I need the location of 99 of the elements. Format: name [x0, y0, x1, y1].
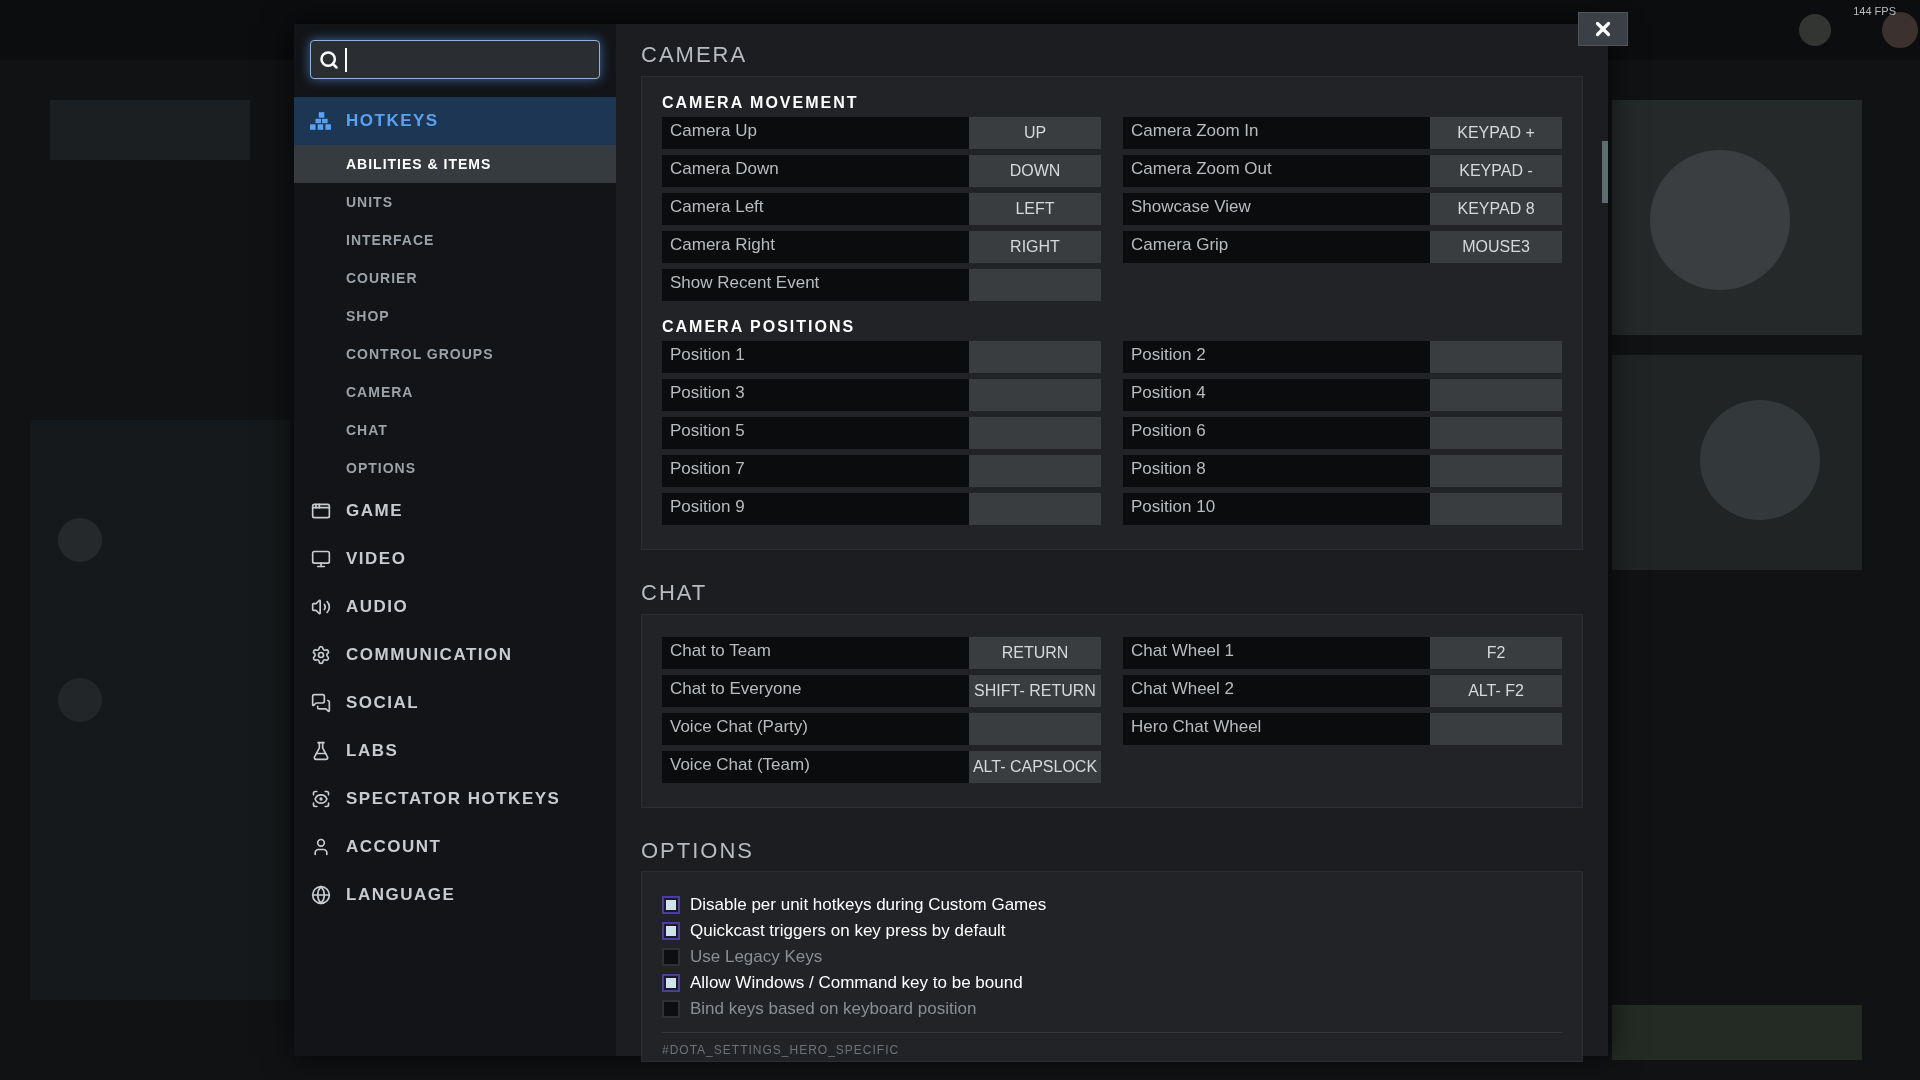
- binding-label: Showcase View: [1123, 193, 1430, 225]
- key-binding-button[interactable]: [1430, 455, 1562, 487]
- checkbox-label: Quickcast triggers on key press by default: [690, 920, 1006, 943]
- key-binding-button[interactable]: [969, 713, 1101, 745]
- key-binding-button[interactable]: [969, 417, 1101, 449]
- search-icon: [319, 49, 339, 70]
- nav-subitem[interactable]: SHOP: [294, 297, 616, 335]
- key-binding-button[interactable]: ALT- CAPSLOCK: [969, 751, 1101, 783]
- nav-item[interactable]: ACCOUNT: [294, 823, 616, 871]
- checkbox-label: Use Legacy Keys: [690, 946, 823, 969]
- key-binding-button[interactable]: [1430, 379, 1562, 411]
- key-binding-button[interactable]: MOUSE3: [1430, 231, 1562, 263]
- binding-label: Voice Chat (Party): [662, 713, 969, 745]
- section-title: OPTIONS: [641, 837, 755, 865]
- binding-label: Hero Chat Wheel: [1123, 713, 1430, 745]
- key-binding-button[interactable]: DOWN: [969, 155, 1101, 187]
- nav-subitem[interactable]: COURIER: [294, 259, 616, 297]
- binding-label: Camera Down: [662, 155, 969, 187]
- scrollbar-thumb[interactable]: [1602, 141, 1608, 203]
- key-binding-button[interactable]: KEYPAD -: [1430, 155, 1562, 187]
- key-binding-button[interactable]: [969, 269, 1101, 301]
- binding-label: Camera Left: [662, 193, 969, 225]
- binding-label: Position 3: [662, 379, 969, 411]
- checkbox-label: Bind keys based on keyboard position: [690, 998, 977, 1021]
- chat-bubbles-icon: [310, 693, 332, 713]
- key-binding-button[interactable]: [969, 341, 1101, 373]
- binding-label: Chat to Team: [662, 637, 969, 669]
- key-binding-button[interactable]: RIGHT: [969, 231, 1101, 263]
- nav-item[interactable]: LANGUAGE: [294, 871, 616, 919]
- hotkeys-icon: [310, 111, 332, 131]
- key-binding-button[interactable]: [1430, 341, 1562, 373]
- binding-label: Camera Zoom In: [1123, 117, 1430, 149]
- checkbox-label: Disable per unit hotkeys during Custom Games: [690, 894, 1047, 917]
- checkbox[interactable]: [662, 974, 680, 992]
- nav-item[interactable]: SPECTATOR HOTKEYS: [294, 775, 616, 823]
- fps-counter: 144 FPS: [1853, 4, 1896, 19]
- key-binding-button[interactable]: ALT- F2: [1430, 675, 1562, 707]
- key-binding-button[interactable]: KEYPAD 8: [1430, 193, 1562, 225]
- checkbox-label: Allow Windows / Command key to be bound: [690, 972, 1023, 995]
- monitor-icon: [310, 549, 332, 569]
- binding-label: Position 5: [662, 417, 969, 449]
- nav-subitem[interactable]: CHAT: [294, 411, 616, 449]
- key-binding-button[interactable]: [1430, 713, 1562, 745]
- checkbox[interactable]: [662, 1000, 680, 1018]
- key-binding-button[interactable]: KEYPAD +: [1430, 117, 1562, 149]
- binding-label: Camera Grip: [1123, 231, 1430, 263]
- binding-label: Chat to Everyone: [662, 675, 969, 707]
- checkbox[interactable]: [662, 922, 680, 940]
- section-title: CAMERA: [641, 41, 749, 69]
- checkbox[interactable]: [662, 948, 680, 966]
- group-heading: CAMERA POSITIONS: [662, 317, 857, 337]
- binding-label: Position 8: [1123, 455, 1430, 487]
- binding-label: Chat Wheel 1: [1123, 637, 1430, 669]
- binding-label: Voice Chat (Team): [662, 751, 969, 783]
- key-binding-button[interactable]: [969, 455, 1101, 487]
- nav-subitem[interactable]: CONTROL GROUPS: [294, 335, 616, 373]
- globe-icon: [310, 885, 332, 905]
- nav-subitem[interactable]: CAMERA: [294, 373, 616, 411]
- nav-subitem[interactable]: UNITS: [294, 183, 616, 221]
- binding-label: Position 7: [662, 455, 969, 487]
- close-button[interactable]: [1578, 12, 1628, 46]
- nav-item[interactable]: VIDEO: [294, 535, 616, 583]
- nav-item[interactable]: COMMUNICATION: [294, 631, 616, 679]
- binding-label: Position 10: [1123, 493, 1430, 525]
- nav-item[interactable]: GAME: [294, 487, 616, 535]
- key-binding-button[interactable]: [969, 379, 1101, 411]
- section-title: CHAT: [641, 579, 709, 607]
- binding-label: Camera Zoom Out: [1123, 155, 1430, 187]
- gear-icon: [310, 645, 332, 665]
- binding-label: Position 6: [1123, 417, 1430, 449]
- subsection-heading: #DOTA_SETTINGS_HERO_SPECIFIC: [662, 1043, 900, 1057]
- binding-label: Position 1: [662, 341, 969, 373]
- key-binding-button[interactable]: F2: [1430, 637, 1562, 669]
- key-binding-button[interactable]: LEFT: [969, 193, 1101, 225]
- eye-icon: [310, 789, 332, 809]
- binding-label: Chat Wheel 2: [1123, 675, 1430, 707]
- nav-item[interactable]: HOTKEYS: [294, 97, 616, 145]
- nav-subitem[interactable]: OPTIONS: [294, 449, 616, 487]
- binding-label: Camera Up: [662, 117, 969, 149]
- search-field[interactable]: [310, 40, 600, 79]
- binding-label: Position 9: [662, 493, 969, 525]
- key-binding-button[interactable]: [1430, 493, 1562, 525]
- binding-label: Camera Right: [662, 231, 969, 263]
- checkbox[interactable]: [662, 896, 680, 914]
- speaker-icon: [310, 597, 332, 617]
- group-heading: CAMERA MOVEMENT: [662, 93, 860, 113]
- nav-item[interactable]: SOCIAL: [294, 679, 616, 727]
- key-binding-button[interactable]: UP: [969, 117, 1101, 149]
- key-binding-button[interactable]: SHIFT- RETURN: [969, 675, 1101, 707]
- key-binding-button[interactable]: [969, 493, 1101, 525]
- binding-label: Position 4: [1123, 379, 1430, 411]
- nav-subitem[interactable]: INTERFACE: [294, 221, 616, 259]
- nav-subitem[interactable]: ABILITIES & ITEMS: [294, 145, 616, 183]
- nav-item[interactable]: LABS: [294, 727, 616, 775]
- binding-label: Show Recent Event: [662, 269, 969, 301]
- binding-label: Position 2: [1123, 341, 1430, 373]
- key-binding-button[interactable]: [1430, 417, 1562, 449]
- nav-item[interactable]: AUDIO: [294, 583, 616, 631]
- key-binding-button[interactable]: RETURN: [969, 637, 1101, 669]
